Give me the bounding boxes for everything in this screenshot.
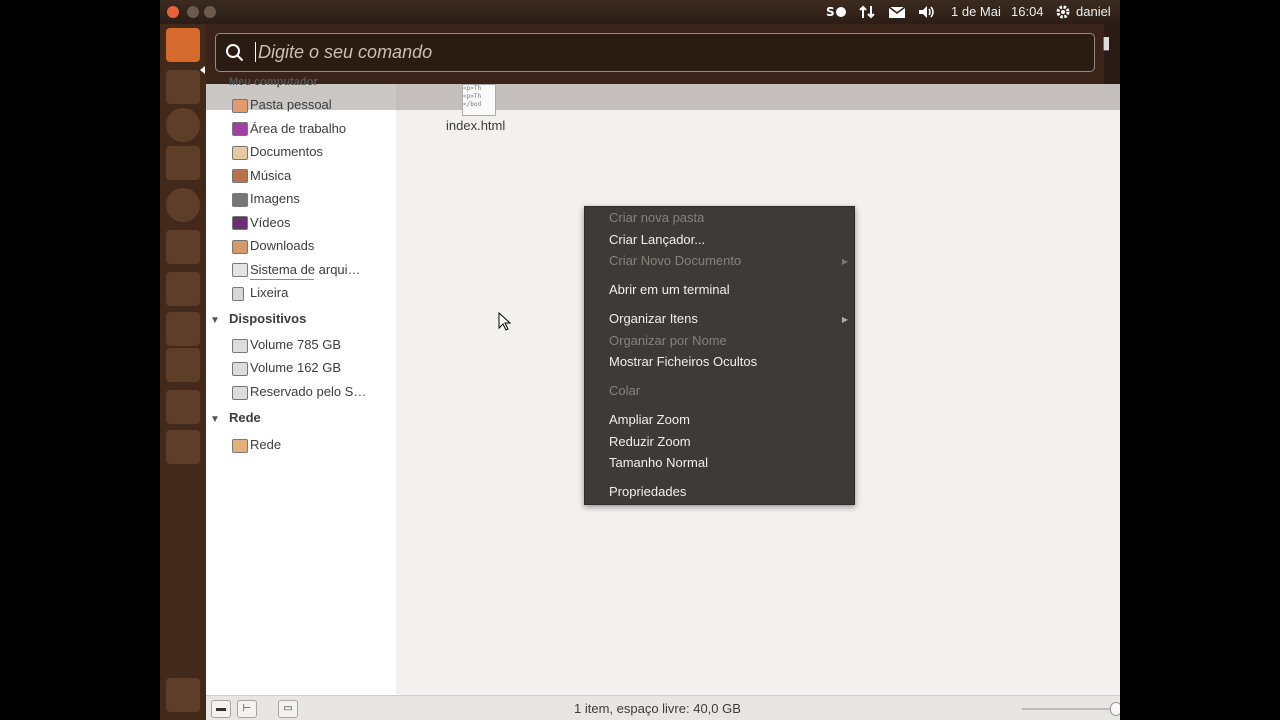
- collapse-arrow-icon[interactable]: ▼: [210, 315, 220, 326]
- sidebar-heading-devices: Dispositivos: [229, 311, 307, 326]
- documents-folder-icon: [232, 146, 248, 160]
- trash-icon: [232, 287, 244, 301]
- menu-item-abrir-terminal[interactable]: Abrir em um terminal: [609, 282, 730, 297]
- desktop-icon: [232, 122, 248, 136]
- dash-menu-icon[interactable]: ■ ■ ■: [1103, 35, 1110, 54]
- filesystem-icon: [232, 263, 248, 277]
- unity-launcher: [160, 24, 206, 720]
- sidebar-item-volume-162[interactable]: Volume 162 GB: [250, 360, 341, 375]
- launcher-app-icon[interactable]: [166, 230, 200, 264]
- status-bar: ▬ ⊢ ▭ 1 item, espaço livre: 40,0 GB: [206, 695, 1120, 720]
- submenu-arrow-icon: ▶: [841, 257, 848, 266]
- collapse-arrow-icon[interactable]: ▼: [210, 414, 220, 425]
- show-places-button[interactable]: ▬: [211, 700, 231, 718]
- pictures-folder-icon: [232, 193, 248, 207]
- sidebar-item-rede[interactable]: Rede: [250, 437, 281, 452]
- zoom-slider-track[interactable]: [1022, 708, 1118, 710]
- sidebar-heading-network: Rede: [229, 410, 261, 425]
- menu-item-mostrar-ocultos[interactable]: Mostrar Ficheiros Ocultos: [609, 354, 757, 369]
- minimize-window-button[interactable]: [187, 6, 199, 18]
- drive-icon: [232, 339, 248, 353]
- mouse-pointer-icon: [498, 312, 512, 331]
- network-updown-icon[interactable]: [858, 3, 876, 21]
- context-menu: Criar nova pasta Criar Lançador... Criar…: [584, 206, 855, 505]
- sidebar-item-videos[interactable]: Vídeos: [250, 215, 290, 230]
- menu-item-criar-lancador[interactable]: Criar Lançador...: [609, 232, 705, 247]
- svg-text:S: S: [826, 5, 835, 19]
- sidebar-item-pasta-pessoal[interactable]: Pasta pessoal: [250, 97, 332, 112]
- sidebar-item-sistema-de-arquivos[interactable]: Sistema de arqui…: [250, 262, 361, 277]
- launcher-browser-icon[interactable]: [166, 108, 200, 142]
- sidebar-item-volume-785[interactable]: Volume 785 GB: [250, 337, 341, 352]
- launcher-settings-icon[interactable]: [166, 188, 200, 222]
- downloads-folder-icon: [232, 240, 248, 254]
- hide-sidebar-button[interactable]: ▭: [278, 700, 298, 718]
- close-window-button[interactable]: [167, 6, 179, 18]
- sidebar-item-documentos[interactable]: Documentos: [250, 144, 323, 159]
- menu-item-criar-nova-pasta: Criar nova pasta: [609, 210, 705, 225]
- clock-time[interactable]: 16:04: [1011, 4, 1044, 19]
- mail-icon[interactable]: [888, 3, 906, 21]
- show-tree-button[interactable]: ⊢: [237, 700, 257, 718]
- launcher-youtube-icon[interactable]: [166, 272, 200, 306]
- sidebar-item-reservado[interactable]: Reservado pelo S…: [250, 384, 366, 399]
- file-preview-text: <p>Th <p>Th </bod: [463, 85, 482, 108]
- music-folder-icon: [232, 169, 248, 183]
- videos-folder-icon: [232, 216, 248, 230]
- home-folder-icon: [232, 99, 248, 113]
- launcher-software-icon[interactable]: [166, 146, 200, 180]
- menu-item-tamanho-normal[interactable]: Tamanho Normal: [609, 455, 708, 470]
- html-file-icon[interactable]: <p>Th <p>Th </bod: [462, 84, 496, 116]
- username-label[interactable]: daniel: [1076, 4, 1111, 19]
- drive-icon: [232, 362, 248, 376]
- launcher-text-editor-icon[interactable]: [166, 348, 200, 382]
- menu-item-propriedades[interactable]: Propriedades: [609, 484, 686, 499]
- status-text: 1 item, espaço livre: 40,0 GB: [574, 701, 741, 716]
- sidebar-item-lixeira[interactable]: Lixeira: [250, 285, 288, 300]
- clock-date[interactable]: 1 de Mai: [951, 4, 1001, 19]
- menu-item-reduzir-zoom[interactable]: Reduzir Zoom: [609, 434, 691, 449]
- file-name-label[interactable]: index.html: [446, 118, 505, 133]
- menu-item-organizar-itens[interactable]: Organizar Itens: [609, 311, 698, 326]
- zoom-slider-handle[interactable]: [1110, 702, 1120, 716]
- volume-icon[interactable]: [917, 3, 937, 21]
- drive-icon: [232, 386, 248, 400]
- launcher-files-icon[interactable]: [166, 28, 200, 62]
- usage-underline: [250, 279, 314, 280]
- active-app-arrow-icon: [200, 66, 205, 74]
- sidebar-item-area-de-trabalho[interactable]: Área de trabalho: [250, 121, 346, 136]
- launcher-drive-icon[interactable]: [166, 430, 200, 464]
- power-gear-icon[interactable]: [1055, 3, 1071, 21]
- skype-icon[interactable]: S: [826, 3, 848, 21]
- sidebar-item-downloads[interactable]: Downloads: [250, 238, 314, 253]
- menu-item-criar-novo-documento: Criar Novo Documento: [609, 253, 742, 268]
- menu-item-ampliar-zoom[interactable]: Ampliar Zoom: [609, 412, 690, 427]
- search-input[interactable]: Digite o seu comando: [258, 42, 432, 63]
- dash-search-field[interactable]: Digite o seu comando: [215, 33, 1095, 72]
- launcher-app-icon[interactable]: [166, 312, 200, 346]
- sidebar-heading-computer: Meu computador: [229, 76, 318, 88]
- text-caret: [255, 42, 256, 62]
- launcher-terminal-icon[interactable]: [166, 390, 200, 424]
- launcher-folder-icon[interactable]: [166, 70, 200, 104]
- dash-shadow: [206, 84, 1120, 110]
- maximize-window-button[interactable]: [204, 6, 216, 18]
- sidebar-item-musica[interactable]: Música: [250, 168, 291, 183]
- launcher-trash-icon[interactable]: [166, 678, 200, 712]
- search-icon: [226, 44, 244, 62]
- submenu-arrow-icon: ▶: [841, 315, 848, 324]
- sidebar-item-imagens[interactable]: Imagens: [250, 191, 300, 206]
- network-icon: [232, 439, 248, 453]
- desktop-screen: S 1 de Mai 16:04 daniel Digite o seu com…: [160, 0, 1120, 720]
- top-panel: S 1 de Mai 16:04 daniel: [160, 0, 1120, 24]
- menu-item-colar: Colar: [609, 383, 641, 398]
- menu-item-organizar-por-nome: Organizar por Nome: [609, 333, 727, 348]
